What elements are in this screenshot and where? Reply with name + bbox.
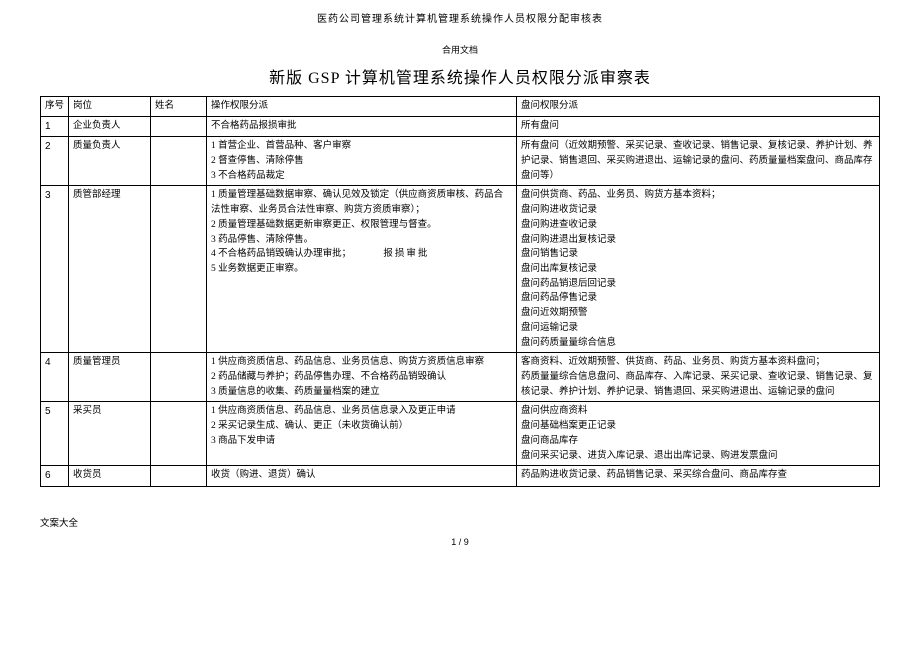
table-row: 4质量管理员 1 供应商资质信息、药品信息、业务员信息、购货方资质信息审察2 药品…	[41, 353, 880, 402]
cell-seq: 4	[41, 353, 69, 402]
table-row: 1企业负责人 不合格药品报损审批所有盘问	[41, 116, 880, 137]
table-row: 6收货员 收货（购进、退货）确认药品购进收货记录、药品销售记录、采买综合盘问、商品…	[41, 466, 880, 487]
cell-name	[151, 402, 207, 466]
cell-seq: 2	[41, 137, 69, 186]
cell-position: 采买员	[69, 402, 151, 466]
cell-query: 盘问供货商、药品、业务员、购货方基本资料；盘问购进收货记录盘问购进查收记录盘问购…	[517, 186, 880, 353]
sub-header: 合用文档	[40, 43, 880, 56]
cell-position: 质量管理员	[69, 353, 151, 402]
cell-op: 1 首营企业、首营品种、客户审察2 督查停售、清除停售3 不合格药品裁定	[207, 137, 517, 186]
cell-position: 质管部经理	[69, 186, 151, 353]
col-query: 盘问权限分派	[517, 97, 880, 117]
table-body: 1企业负责人 不合格药品报损审批所有盘问 2质量负责人 1 首营企业、首营品种、客户审…	[41, 116, 880, 486]
cell-seq: 6	[41, 466, 69, 487]
col-name: 姓名	[151, 97, 207, 117]
cell-seq: 5	[41, 402, 69, 466]
cell-op: 不合格药品报损审批	[207, 116, 517, 137]
cell-query: 所有盘问（近效期预警、采买记录、查收记录、销售记录、复核记录、养护计划、养护记录…	[517, 137, 880, 186]
cell-name	[151, 353, 207, 402]
cell-name	[151, 466, 207, 487]
cell-op: 收货（购进、退货）确认	[207, 466, 517, 487]
cell-position: 企业负责人	[69, 116, 151, 137]
cell-seq: 3	[41, 186, 69, 353]
table-row: 2质量负责人 1 首营企业、首营品种、客户审察2 督查停售、清除停售3 不合格药品…	[41, 137, 880, 186]
cell-op: 1 供应商资质信息、药品信息、业务员信息、购货方资质信息审察2 药品储藏与养护；…	[207, 353, 517, 402]
table-row: 5采买员 1 供应商资质信息、药品信息、业务员信息录入及更正申请2 采买记录生成、…	[41, 402, 880, 466]
cell-name	[151, 186, 207, 353]
col-op: 操作权限分派	[207, 97, 517, 117]
col-seq: 序号	[41, 97, 69, 117]
footer-left: 文案大全	[40, 515, 880, 529]
cell-name	[151, 116, 207, 137]
table-header-row: 序号 岗位 姓名 操作权限分派 盘问权限分派	[41, 97, 880, 117]
cell-op: 1 供应商资质信息、药品信息、业务员信息录入及更正申请2 采买记录生成、确认、更…	[207, 402, 517, 466]
cell-position: 质量负责人	[69, 137, 151, 186]
main-title: 新版 GSP 计算机管理系统操作人员权限分派审察表	[40, 64, 880, 88]
cell-query: 盘问供应商资料盘问基础档案更正记录盘问商品库存盘问采买记录、进货入库记录、退出出…	[517, 402, 880, 466]
emphasis-text: 报损审批	[383, 249, 429, 259]
cell-query: 药品购进收货记录、药品销售记录、采买综合盘问、商品库存查	[517, 466, 880, 487]
permissions-table: 序号 岗位 姓名 操作权限分派 盘问权限分派 1企业负责人 不合格药品报损审批所有…	[40, 96, 880, 487]
footer-page: 1 / 9	[40, 537, 880, 547]
cell-seq: 1	[41, 116, 69, 137]
table-row: 3质管部经理 1 质量管理基础数据审察、确认见效及锁定（供应商资质审核、药品合法性…	[41, 186, 880, 353]
cell-op: 1 质量管理基础数据审察、确认见效及锁定（供应商资质审核、药品合法性审察、业务员…	[207, 186, 517, 353]
cell-query: 客商资料、近效期预警、供货商、药品、业务员、购货方基本资料盘问；药质量量综合信息…	[517, 353, 880, 402]
col-position: 岗位	[69, 97, 151, 117]
cell-query: 所有盘问	[517, 116, 880, 137]
cell-position: 收货员	[69, 466, 151, 487]
cell-name	[151, 137, 207, 186]
doc-title: 医药公司管理系统计算机管理系统操作人员权限分配审核表	[40, 10, 880, 25]
